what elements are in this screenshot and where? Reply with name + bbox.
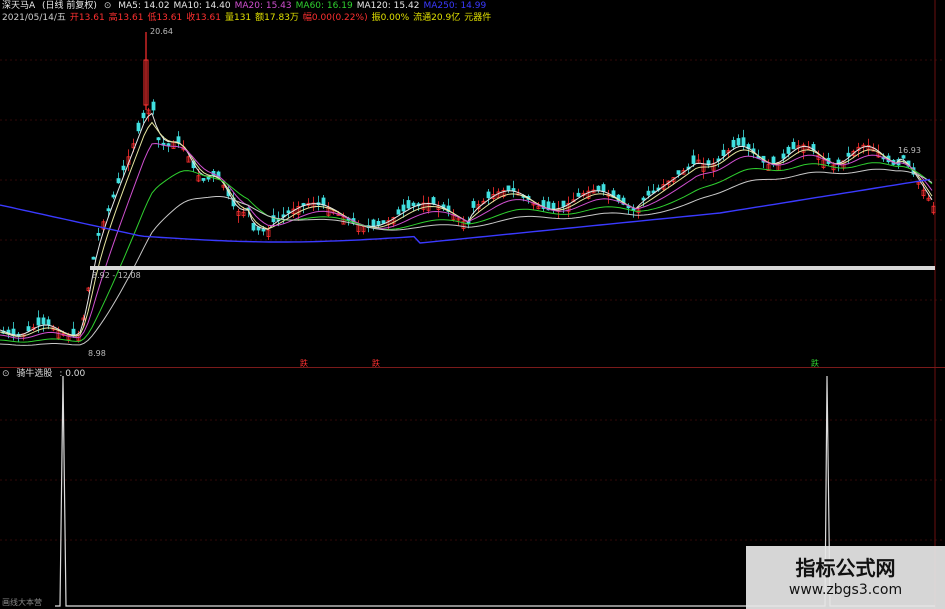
candle-body <box>176 136 181 143</box>
candle-body <box>846 152 851 157</box>
period-label: (日线 前复权) <box>42 1 97 11</box>
quote-info-item: 幅0.00(0.22%) <box>302 13 368 23</box>
indicator-name: 骑牛选股 <box>16 369 53 379</box>
candle-body <box>676 170 681 175</box>
quote-info-item: 低13.61 <box>147 13 183 23</box>
candle-body <box>96 232 101 236</box>
candle-body <box>791 141 796 150</box>
quote-info-item: 高13.61 <box>108 13 144 23</box>
quote-info-item: 振0.00% <box>371 13 410 23</box>
watermark-url: www.zbgs3.com <box>788 582 903 598</box>
candle-body <box>106 208 111 212</box>
candle-body <box>731 139 736 148</box>
candle-body <box>471 201 476 208</box>
candle-body <box>151 101 156 111</box>
ma-legend-item: MA120: 15.42 <box>356 1 420 11</box>
ma10-line <box>0 121 933 337</box>
quote-info-item: 收13.61 <box>186 13 221 23</box>
quote-info-item: 流通20.9亿 <box>413 13 461 23</box>
ma-legend-item: MA5: 14.02 <box>118 1 170 11</box>
candle-body <box>781 153 786 159</box>
candle-body <box>431 197 436 205</box>
candle-body <box>251 222 256 231</box>
candle-body <box>401 204 406 212</box>
candle-body <box>271 215 276 223</box>
candle-body <box>736 138 741 146</box>
range-label: 8.92 - 12.08 <box>92 271 141 280</box>
header-row-1: 深天马A (日线 前复权) ⊙ MA5: 14.02 MA10: 14.40 MA2… <box>2 1 494 12</box>
site-watermark: 指标公式网 www.zbgs3.com <box>746 546 945 609</box>
candlestick-chart <box>0 0 945 368</box>
candle-body <box>201 178 206 181</box>
candle-body <box>41 317 46 325</box>
candle-body <box>136 122 141 132</box>
candle-body <box>156 137 161 141</box>
candle-body <box>36 317 41 326</box>
indicator-value: : 0.00 <box>59 369 86 379</box>
range-line <box>90 266 935 270</box>
candle-body <box>691 155 696 165</box>
indicator-bottom-text: 画线大本营 <box>2 598 42 607</box>
candle-body <box>411 202 416 207</box>
candle-body <box>406 200 411 209</box>
ma120-line <box>0 168 933 346</box>
ma250-line <box>0 178 931 244</box>
candle-body <box>601 184 606 193</box>
quote-info-item: 量131 <box>224 13 252 23</box>
low-price-label: 8.98 <box>88 349 106 358</box>
quote-info-item: 元器件 <box>464 13 492 23</box>
candle-body <box>91 256 96 260</box>
candle-body <box>26 326 31 332</box>
candle-body <box>786 146 791 154</box>
candle-body <box>596 185 601 191</box>
candle-body <box>261 228 266 232</box>
ma-legend-item: MA250: 14.99 <box>423 1 487 11</box>
candle-body <box>116 178 121 184</box>
candle-body <box>901 155 906 159</box>
watermark-title: 指标公式网 <box>795 556 896 580</box>
ma-legend-item: MA60: 16.19 <box>295 1 353 11</box>
candle-body <box>166 143 171 147</box>
candle-body <box>321 197 326 206</box>
ma-legend-item: MA20: 15.43 <box>234 1 292 11</box>
quote-info-item: 额17.83万 <box>255 13 299 23</box>
right-price-label: 16.93 <box>898 146 921 155</box>
quote-info-item: 开13.61 <box>69 13 105 23</box>
candle-body <box>46 319 51 326</box>
candle-body <box>396 209 401 215</box>
candle-body <box>371 219 376 228</box>
price-chart-pane[interactable]: 深天马A (日线 前复权) ⊙ MA5: 14.02 MA10: 14.40 MA2… <box>0 0 945 368</box>
candle-body <box>111 194 116 198</box>
candle-body <box>561 200 566 207</box>
candle-body <box>721 149 726 156</box>
candle-body <box>486 191 491 199</box>
candle-body <box>646 190 651 196</box>
candle-body <box>286 210 291 214</box>
indicator-settings-icon[interactable]: ⊙ <box>2 369 10 379</box>
quote-info-item: 2021/05/14/五 <box>2 13 66 23</box>
indicator-header: ⊙ 骑牛选股 : 0.00 <box>2 369 89 380</box>
candle-body <box>121 165 126 171</box>
header-row-2: 2021/05/14/五 开13.61 高13.61 低13.61 收13.61 量131… <box>2 13 495 24</box>
candle-body <box>506 185 511 191</box>
settings-icon[interactable]: ⊙ <box>104 1 112 11</box>
candle-body <box>576 192 581 197</box>
ma20-line <box>0 142 933 339</box>
high-price-label: 20.64 <box>150 27 173 36</box>
candle-body <box>741 137 746 147</box>
stock-title: 深天马A <box>2 1 36 11</box>
ma-legend: MA5: 14.02 MA10: 14.40 MA20: 15.43 MA60: 16… <box>118 1 490 11</box>
ma60-line <box>0 162 933 343</box>
candle-body <box>141 112 146 119</box>
ma-legend-item: MA10: 14.40 <box>173 1 231 11</box>
